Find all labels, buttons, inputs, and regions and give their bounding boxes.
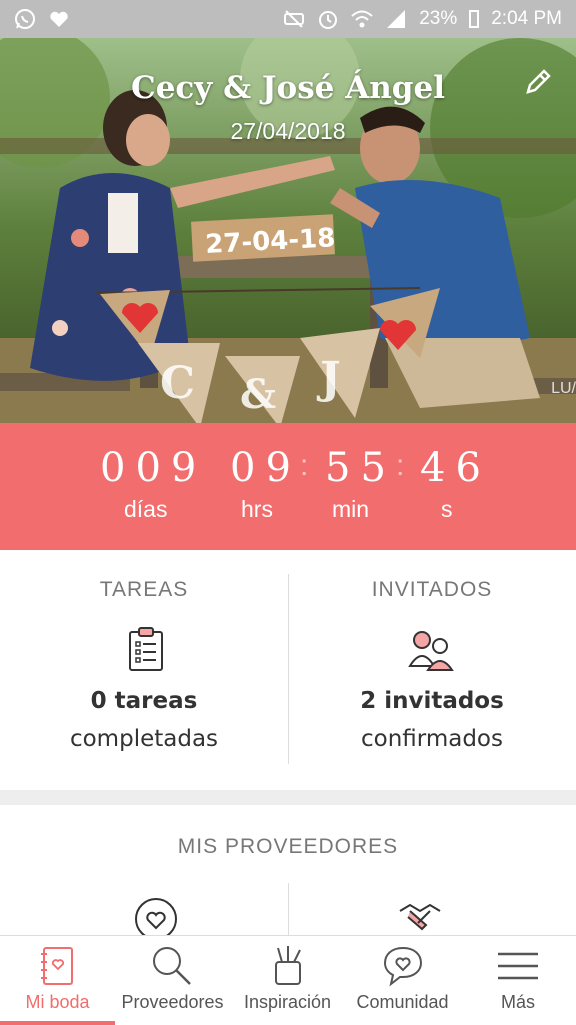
providers-title: MIS PROVEEDORES: [177, 835, 399, 858]
guests-label: confirmados: [361, 726, 503, 752]
pencil-cup-icon: [275, 946, 301, 985]
battery-level: 23%: [419, 8, 458, 29]
heart-icon: [48, 8, 70, 30]
banner-letter-c: C: [160, 358, 195, 409]
nav-proveedores[interactable]: Proveedores: [115, 936, 230, 1025]
countdown-separator: :: [300, 449, 309, 482]
nav-mas[interactable]: Más: [460, 936, 576, 1025]
countdown-separator: :: [396, 449, 405, 482]
clipboard-checklist-icon: [129, 627, 163, 671]
chat-heart-icon: [383, 946, 423, 987]
guests-title: INVITADOS: [371, 578, 493, 601]
nav-mi-boda[interactable]: Mi boda: [0, 936, 115, 1025]
heart-badge-icon[interactable]: [132, 897, 180, 937]
section-divider: [0, 790, 576, 805]
wedding-date: 27/04/2018: [230, 118, 346, 144]
clock: 2:04 PM: [491, 8, 562, 29]
providers-card: MIS PROVEEDORES: [0, 805, 576, 943]
notebook-icon: [41, 947, 73, 985]
nav-comunidad[interactable]: Comunidad: [345, 936, 460, 1025]
nav-label-proveedores: Proveedores: [121, 992, 224, 1012]
photo-watermark: LU/: [551, 380, 576, 397]
alarm-icon: [317, 8, 339, 30]
handshake-icon[interactable]: [396, 897, 444, 937]
wifi-icon: [351, 8, 373, 30]
countdown-minutes-label: min: [332, 496, 370, 522]
countdown-days-label: días: [124, 496, 168, 522]
tasks-count: 0 tareas: [90, 688, 198, 714]
banner-letter-ampersand: &: [240, 371, 276, 418]
pencil-icon: [526, 69, 551, 94]
countdown-seconds-label: s: [441, 496, 453, 522]
tasks-title: TAREAS: [99, 578, 189, 601]
nav-active-indicator: [0, 1021, 115, 1025]
countdown-days: 009: [100, 445, 207, 491]
countdown-seconds: 46: [420, 445, 491, 491]
tasks-label: completadas: [69, 726, 219, 752]
search-icon: [153, 947, 191, 985]
whatsapp-icon: [14, 8, 36, 30]
edit-button[interactable]: [522, 66, 554, 98]
banner-letter-j: J: [316, 353, 341, 404]
tasks-summary[interactable]: TAREAS 0 tareas completadas: [0, 550, 288, 790]
countdown: 009 09 : 55 : 46 días hrs min s: [0, 423, 576, 550]
stats-card: TAREAS 0 tareas completadas INVITADOS 2 …: [0, 550, 576, 790]
countdown-hours: 09: [230, 445, 301, 491]
providers-divider: [288, 883, 289, 943]
nav-label-mi-boda: Mi boda: [25, 992, 90, 1012]
nav-label-inspiracion: Inspiración: [243, 992, 332, 1012]
nav-label-mas: Más: [500, 992, 535, 1012]
countdown-minutes: 55: [325, 445, 396, 491]
bottom-nav: Mi boda Proveedores Inspiración Comunida…: [0, 935, 576, 1025]
guests-icon: [408, 631, 454, 671]
mute-icon: [283, 8, 305, 30]
signal-icon: [385, 8, 407, 30]
couple-name: Cecy & José Ángel: [131, 70, 445, 106]
couple-photo: 27-04-18 C & J Cecy & José Ángel 27/04/2…: [0, 38, 576, 423]
menu-icon: [498, 952, 538, 980]
guests-count: 2 invitados: [360, 688, 504, 714]
countdown-hours-label: hrs: [241, 496, 273, 522]
nav-label-comunidad: Comunidad: [356, 992, 449, 1012]
status-bar: 23% 2:04 PM: [0, 0, 576, 38]
guests-summary[interactable]: INVITADOS 2 invitados confirmados: [288, 550, 576, 790]
battery-icon: [469, 10, 480, 28]
nav-inspiracion[interactable]: Inspiración: [230, 936, 345, 1025]
